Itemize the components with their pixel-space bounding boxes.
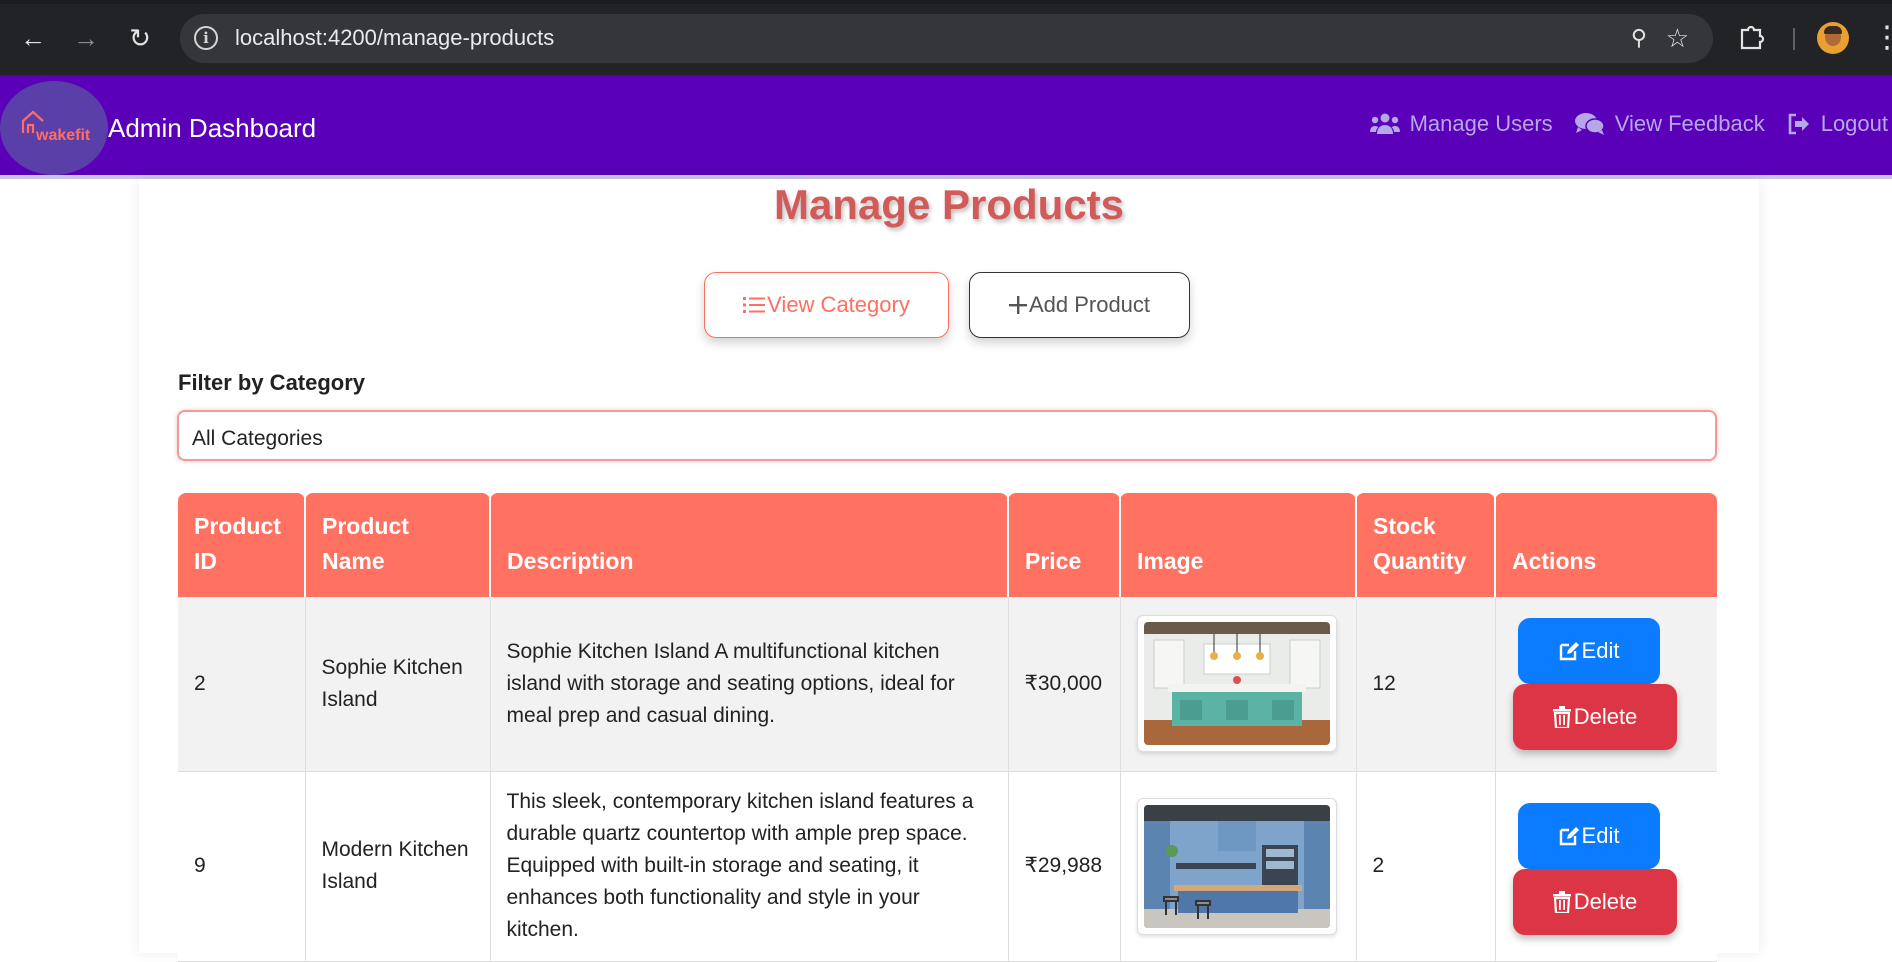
table-row: 9 Modern Kitchen Island This sleek, cont…	[178, 771, 1717, 962]
logo[interactable]: wakefit	[0, 81, 108, 175]
nav-logout-label: Logout	[1820, 111, 1888, 136]
forward-arrow-icon[interactable]: →	[68, 20, 104, 56]
add-product-label: Add Product	[1028, 292, 1151, 317]
column-header: Image	[1120, 493, 1357, 597]
column-header: Description	[490, 493, 1009, 597]
edit-button[interactable]: Edit	[1517, 802, 1660, 869]
edit-icon	[1559, 826, 1579, 845]
actions-cell: Edit Delete	[1495, 597, 1717, 772]
back-arrow-icon[interactable]: ←	[15, 20, 51, 56]
product-description: This sleek, contemporary kitchen island …	[490, 771, 1009, 962]
product-price: ₹29,988	[1008, 771, 1121, 962]
more-icon[interactable]: ⋮	[1872, 20, 1892, 56]
nav-manage-users[interactable]: Manage Users	[1369, 111, 1553, 137]
plus-icon	[1008, 296, 1027, 314]
nav-manage-users-label: Manage Users	[1409, 111, 1553, 136]
reload-icon[interactable]: ↻	[122, 20, 158, 56]
list-icon	[743, 297, 766, 313]
table-row: 2 Sophie Kitchen Island Sophie Kitchen I…	[178, 597, 1717, 772]
actions-cell: Edit Delete	[1495, 771, 1717, 962]
column-header: Product Name	[305, 493, 491, 597]
delete-button[interactable]: Delete	[1512, 684, 1677, 750]
users-icon	[1369, 113, 1400, 134]
product-name: Modern Kitchen Island	[305, 771, 491, 962]
trash-icon	[1552, 890, 1571, 913]
delete-button[interactable]: Delete	[1512, 868, 1677, 935]
logout-icon	[1788, 113, 1809, 135]
toolbar-separator	[1793, 28, 1795, 50]
table-header-row: Product ID Product Name Description Pric…	[178, 493, 1717, 597]
delete-label: Delete	[1573, 704, 1638, 729]
app-header: wakefit Admin Dashboard Manage Users Vie…	[0, 75, 1892, 179]
nav-view-feedback-label: View Feedback	[1614, 111, 1765, 136]
delete-label: Delete	[1573, 888, 1638, 914]
product-stock: 2	[1356, 771, 1496, 962]
extensions-icon[interactable]	[1738, 22, 1768, 52]
column-header: Stock Quantity	[1356, 493, 1496, 597]
address-bar[interactable]: i localhost:4200/manage-products ⚲ ☆	[180, 14, 1713, 63]
tab-strip-edge	[0, 0, 1892, 4]
page-title: Manage Products	[773, 181, 1125, 228]
view-category-button[interactable]: View Category	[704, 272, 949, 338]
product-description: Sophie Kitchen Island A multifunctional …	[490, 597, 1009, 772]
edit-icon	[1559, 642, 1579, 661]
product-price: ₹30,000	[1008, 597, 1121, 772]
browser-chrome: ← → ↻ i localhost:4200/manage-products ⚲…	[0, 0, 1892, 75]
edit-label: Edit	[1581, 638, 1620, 663]
edit-label: Edit	[1581, 822, 1620, 848]
app-title: Admin Dashboard	[108, 113, 317, 143]
product-image-cell	[1120, 597, 1357, 772]
logo-text: wakefit	[36, 127, 91, 144]
nav-logout[interactable]: Logout	[1787, 111, 1888, 137]
nav-view-feedback[interactable]: View Feedback	[1574, 111, 1765, 137]
product-name: Sophie Kitchen Island	[305, 597, 491, 772]
view-category-label: View Category	[767, 292, 910, 317]
product-id: 2	[178, 597, 306, 772]
trash-icon	[1552, 706, 1571, 728]
column-header: Price	[1008, 493, 1121, 597]
zoom-icon[interactable]: ⚲	[1631, 25, 1647, 51]
profile-avatar[interactable]	[1817, 22, 1849, 54]
product-image-cell	[1120, 771, 1357, 962]
product-image	[1136, 615, 1337, 753]
filter-label: Filter by Category	[178, 370, 366, 395]
product-id: 9	[178, 771, 306, 962]
header-nav: Manage Users View Feedback Logout	[1369, 111, 1888, 137]
products-table: Product ID Product Name Description Pric…	[178, 493, 1717, 962]
star-icon[interactable]: ☆	[1666, 23, 1689, 54]
add-product-button[interactable]: Add Product	[969, 272, 1190, 338]
comments-icon	[1574, 113, 1605, 135]
info-icon[interactable]: i	[194, 26, 218, 50]
column-header: Actions	[1495, 493, 1717, 597]
url-text[interactable]: localhost:4200/manage-products	[235, 25, 554, 51]
column-header: Product ID	[178, 493, 306, 597]
manage-products-card: Manage Products View Category Add Produc…	[139, 179, 1759, 962]
product-image	[1136, 797, 1337, 935]
product-stock: 12	[1356, 597, 1496, 772]
edit-button[interactable]: Edit	[1517, 618, 1660, 684]
category-filter-select[interactable]: All Categories	[177, 410, 1717, 461]
